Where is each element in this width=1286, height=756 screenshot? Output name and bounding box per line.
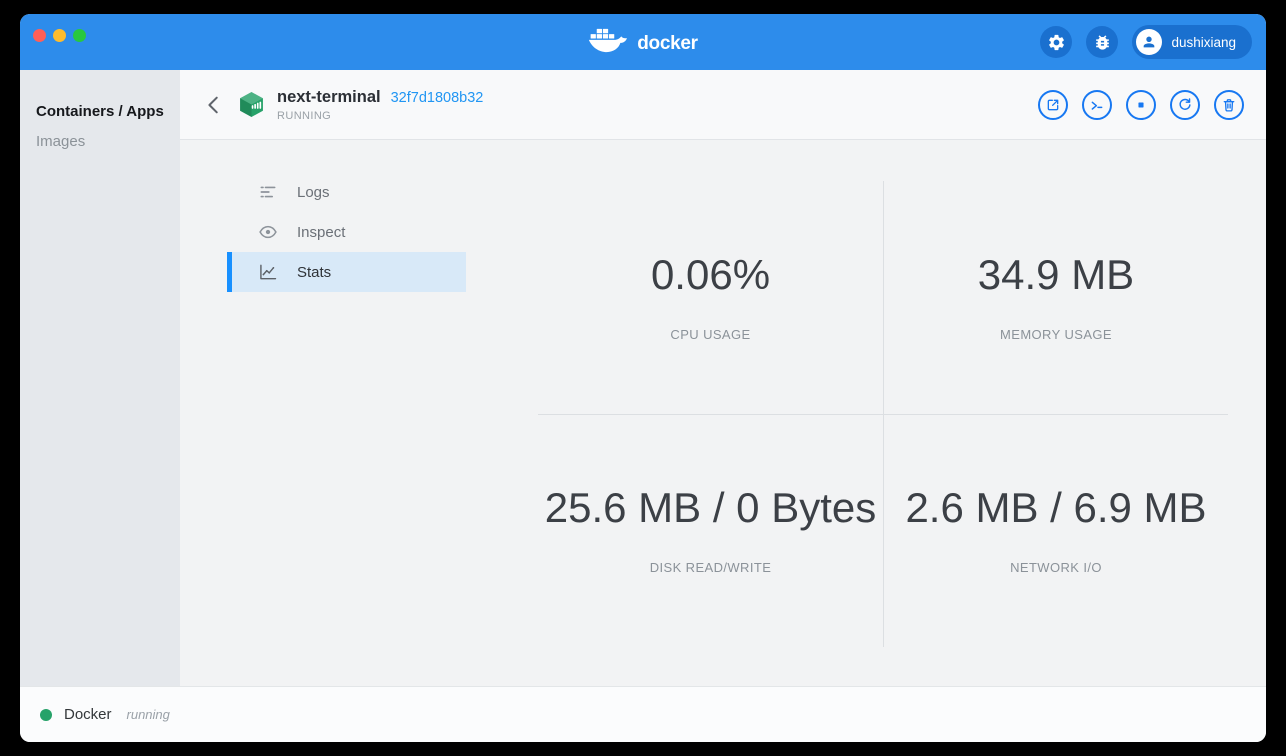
status-app-name: Docker xyxy=(64,706,112,723)
stop-button[interactable] xyxy=(1126,90,1156,120)
sidebar-item-label: Containers / Apps xyxy=(36,103,164,120)
sidebar-item-images[interactable]: Images xyxy=(20,126,180,156)
stat-label: DISK READ/WRITE xyxy=(650,560,772,575)
user-avatar xyxy=(1136,29,1162,55)
detail-tabs: Logs Inspect Stats xyxy=(227,172,466,292)
container-id-link[interactable]: 32f7d1808b32 xyxy=(391,90,484,106)
status-dot xyxy=(40,709,52,721)
stats-chart-icon xyxy=(258,262,280,282)
stop-icon xyxy=(1133,97,1149,113)
stat-label: CPU USAGE xyxy=(670,327,750,342)
sidebar-item-containers[interactable]: Containers / Apps xyxy=(20,96,180,126)
tab-active-bar xyxy=(227,212,232,252)
close-window-button[interactable] xyxy=(33,29,46,42)
container-state-label: RUNNING xyxy=(277,110,483,122)
sidebar: Containers / Apps Images xyxy=(20,70,180,686)
stat-value: 34.9 MB xyxy=(978,254,1134,296)
stats-grid: 0.06% CPU USAGE 34.9 MB MEMORY USAGE 25.… xyxy=(538,181,1228,647)
stat-network-io: 2.6 MB / 6.9 MB NETWORK I/O xyxy=(883,414,1228,647)
tab-inspect[interactable]: Inspect xyxy=(227,212,466,252)
stat-label: NETWORK I/O xyxy=(1010,560,1102,575)
tab-label: Inspect xyxy=(297,224,345,241)
docker-wordmark: docker xyxy=(637,34,698,53)
open-in-browser-icon xyxy=(1045,97,1061,113)
tab-active-bar xyxy=(227,252,232,292)
user-account-button[interactable]: dushixiang xyxy=(1132,25,1252,59)
titlebar-controls: dushixiang xyxy=(1040,14,1252,70)
container-detail-content: Logs Inspect Stats xyxy=(180,140,1266,686)
bug-icon xyxy=(1093,33,1112,52)
docker-whale-icon xyxy=(588,27,630,57)
minimize-window-button[interactable] xyxy=(53,29,66,42)
stat-value: 0.06% xyxy=(651,254,770,296)
stat-memory-usage: 34.9 MB MEMORY USAGE xyxy=(883,181,1228,414)
window-controls xyxy=(33,29,86,42)
status-bar: Docker running xyxy=(20,686,1266,742)
stat-cpu-usage: 0.06% CPU USAGE xyxy=(538,181,883,414)
tab-active-bar xyxy=(227,172,232,212)
titlebar: docker dushixiang xyxy=(20,14,1266,70)
sidebar-item-label: Images xyxy=(36,133,85,150)
open-in-browser-button[interactable] xyxy=(1038,90,1068,120)
container-header: next-terminal 32f7d1808b32 RUNNING xyxy=(180,70,1266,140)
settings-button[interactable] xyxy=(1040,26,1072,58)
status-state-label: running xyxy=(127,707,170,722)
restart-icon xyxy=(1177,97,1193,113)
container-box-icon xyxy=(238,91,265,118)
delete-button[interactable] xyxy=(1214,90,1244,120)
tab-stats[interactable]: Stats xyxy=(227,252,466,292)
stat-disk-readwrite: 25.6 MB / 0 Bytes DISK READ/WRITE xyxy=(538,414,883,647)
tab-logs[interactable]: Logs xyxy=(227,172,466,212)
docker-desktop-window: docker dushixiang xyxy=(20,14,1266,742)
report-bug-button[interactable] xyxy=(1086,26,1118,58)
back-chevron-icon xyxy=(203,94,225,116)
cli-terminal-icon xyxy=(1089,97,1105,113)
trash-icon xyxy=(1221,97,1237,113)
stat-value: 25.6 MB / 0 Bytes xyxy=(545,487,877,529)
app-body: Containers / Apps Images xyxy=(20,70,1266,686)
container-name: next-terminal xyxy=(277,88,381,107)
logs-icon xyxy=(258,182,280,202)
container-actions xyxy=(1038,90,1244,120)
inspect-eye-icon xyxy=(258,222,280,242)
container-title-block: next-terminal 32f7d1808b32 RUNNING xyxy=(277,88,483,122)
zoom-window-button[interactable] xyxy=(73,29,86,42)
stat-label: MEMORY USAGE xyxy=(1000,327,1112,342)
tab-label: Stats xyxy=(297,264,331,281)
main-panel: next-terminal 32f7d1808b32 RUNNING xyxy=(180,70,1266,686)
user-name: dushixiang xyxy=(1171,35,1236,50)
restart-button[interactable] xyxy=(1170,90,1200,120)
stat-value: 2.6 MB / 6.9 MB xyxy=(905,487,1206,529)
back-button[interactable] xyxy=(200,91,228,119)
docker-brand: docker xyxy=(588,27,698,57)
tab-label: Logs xyxy=(297,184,330,201)
gear-icon xyxy=(1047,33,1066,52)
cli-button[interactable] xyxy=(1082,90,1112,120)
